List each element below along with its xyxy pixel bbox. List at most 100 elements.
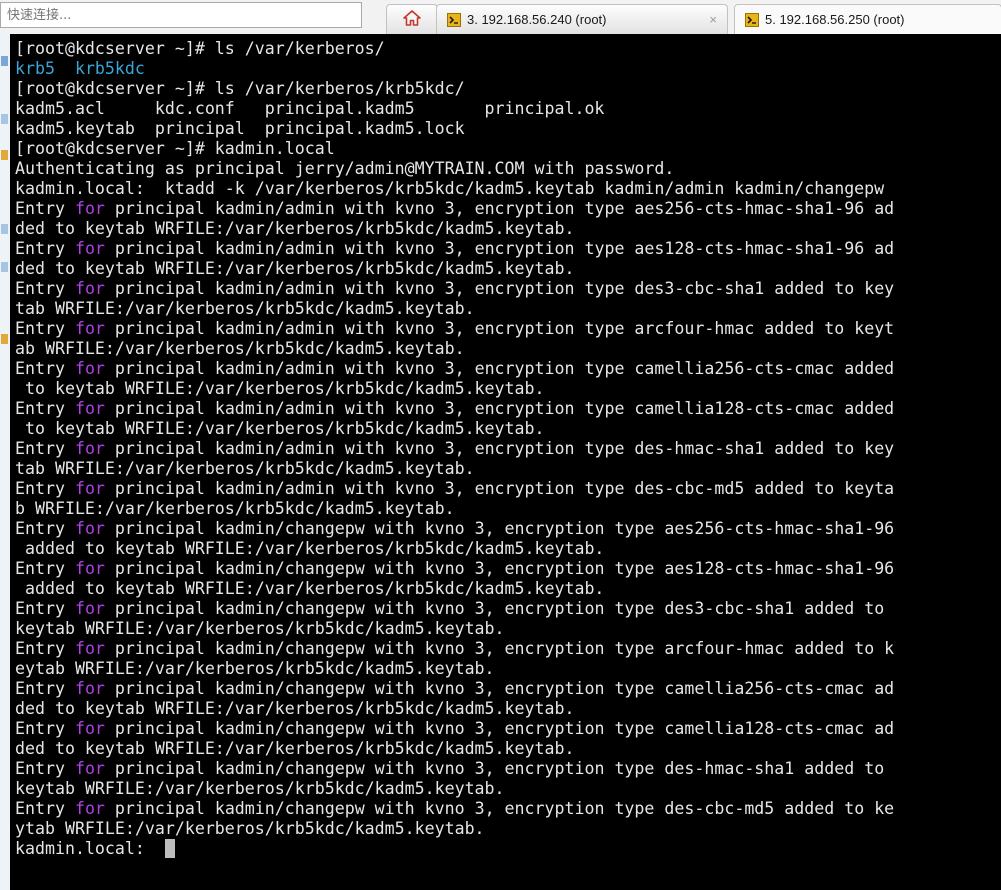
keyword-text: for xyxy=(74,719,105,738)
terminal-text: principal kadmin/changepw with kvno 3, e… xyxy=(104,559,895,578)
terminal-text: Entry xyxy=(15,799,75,818)
close-icon[interactable]: × xyxy=(709,12,717,27)
terminal-text: keytab WRFILE:/var/kerberos/krb5kdc/kadm… xyxy=(15,779,505,798)
terminal-text: ded to keytab WRFILE:/var/kerberos/krb5k… xyxy=(15,699,575,718)
terminal-line: Entry for principal kadmin/changepw with… xyxy=(15,719,1001,739)
terminal-text: ded to keytab WRFILE:/var/kerberos/krb5k… xyxy=(15,259,575,278)
terminal-text: Entry xyxy=(15,479,75,498)
terminal-line: Entry for principal kadmin/admin with kv… xyxy=(15,359,1001,379)
terminal-text: Authenticating as principal jerry/admin@… xyxy=(15,159,675,178)
terminal-text: Entry xyxy=(15,279,75,298)
terminal-prompt-line[interactable]: kadmin.local: xyxy=(15,839,1001,859)
terminal-line: ded to keytab WRFILE:/var/kerberos/krb5k… xyxy=(15,739,1001,759)
terminal-line: keytab WRFILE:/var/kerberos/krb5kdc/kadm… xyxy=(15,619,1001,639)
terminal-text: kadm5.keytab principal principal.kadm5.l… xyxy=(15,119,465,138)
terminal-line: added to keytab WRFILE:/var/kerberos/krb… xyxy=(15,579,1001,599)
terminal-line: [root@kdcserver ~]# kadmin.local xyxy=(15,139,1001,159)
terminal-text: [root@kdcserver ~]# kadmin.local xyxy=(15,139,335,158)
terminal-text: Entry xyxy=(15,599,75,618)
keyword-text: for xyxy=(74,399,105,418)
keyword-text: for xyxy=(74,199,105,218)
terminal-text: principal kadmin/changepw with kvno 3, e… xyxy=(104,759,885,778)
side-panel-marker xyxy=(1,334,8,344)
terminal-line: to keytab WRFILE:/var/kerberos/krb5kdc/k… xyxy=(15,379,1001,399)
terminal-text: added to keytab WRFILE:/var/kerberos/krb… xyxy=(15,539,605,558)
keyword-text: for xyxy=(74,239,105,258)
terminal-text: tab WRFILE:/var/kerberos/krb5kdc/kadm5.k… xyxy=(15,299,475,318)
keyword-text: for xyxy=(74,279,105,298)
tab-strip: 3. 192.168.56.240 (root) × 5. 192.168.56… xyxy=(374,0,1001,34)
terminal-text: Entry xyxy=(15,679,75,698)
terminal-text: Entry xyxy=(15,719,75,738)
terminal-text: [root@kdcserver ~]# ls /var/kerberos/krb… xyxy=(15,79,465,98)
terminal-line: keytab WRFILE:/var/kerberos/krb5kdc/kadm… xyxy=(15,779,1001,799)
keyword-text: for xyxy=(74,439,105,458)
keyword-text: for xyxy=(74,319,105,338)
terminal-text: added to keytab WRFILE:/var/kerberos/krb… xyxy=(15,579,605,598)
side-panel-marker xyxy=(1,224,8,234)
tab-session-5[interactable]: 5. 192.168.56.250 (root) xyxy=(734,4,1001,34)
terminal-text: ded to keytab WRFILE:/var/kerberos/krb5k… xyxy=(15,739,575,758)
home-icon xyxy=(403,10,421,29)
terminal-line: added to keytab WRFILE:/var/kerberos/krb… xyxy=(15,539,1001,559)
terminal-text: principal kadmin/admin with kvno 3, encr… xyxy=(104,199,895,218)
keyword-text: for xyxy=(74,679,105,698)
prompt-text: kadmin.local: xyxy=(15,839,165,858)
terminal-text: ab WRFILE:/var/kerberos/krb5kdc/kadm5.ke… xyxy=(15,339,465,358)
terminal-line: Entry for principal kadmin/admin with kv… xyxy=(15,479,1001,499)
terminal-screen[interactable]: [root@kdcserver ~]# ls /var/kerberos/krb… xyxy=(10,34,1001,890)
quick-connect-input[interactable] xyxy=(0,2,362,28)
terminal-text: kadm5.acl kdc.conf principal.kadm5 princ… xyxy=(15,99,605,118)
side-panel-marker xyxy=(1,114,8,124)
terminal-text: to keytab WRFILE:/var/kerberos/krb5kdc/k… xyxy=(15,419,545,438)
terminal-text: eytab WRFILE:/var/kerberos/krb5kdc/kadm5… xyxy=(15,659,495,678)
terminal-line: [root@kdcserver ~]# ls /var/kerberos/krb… xyxy=(15,79,1001,99)
terminal-line: Authenticating as principal jerry/admin@… xyxy=(15,159,1001,179)
tab-label: 5. 192.168.56.250 (root) xyxy=(765,12,905,27)
terminal-line: tab WRFILE:/var/kerberos/krb5kdc/kadm5.k… xyxy=(15,459,1001,479)
terminal-text: principal kadmin/changepw with kvno 3, e… xyxy=(104,519,895,538)
terminal-text: tab WRFILE:/var/kerberos/krb5kdc/kadm5.k… xyxy=(15,459,475,478)
terminal-line: Entry for principal kadmin/admin with kv… xyxy=(15,319,1001,339)
terminal-text: principal kadmin/changepw with kvno 3, e… xyxy=(104,599,885,618)
terminal-line: krb5 krb5kdc xyxy=(15,59,1001,79)
terminal-text: keytab WRFILE:/var/kerberos/krb5kdc/kadm… xyxy=(15,619,505,638)
terminal-line: ded to keytab WRFILE:/var/kerberos/krb5k… xyxy=(15,699,1001,719)
terminal-line: kadm5.keytab principal principal.kadm5.l… xyxy=(15,119,1001,139)
keyword-text: for xyxy=(74,599,105,618)
terminal-text: Entry xyxy=(15,639,75,658)
keyword-text: for xyxy=(74,639,105,658)
terminal-line: Entry for principal kadmin/admin with kv… xyxy=(15,199,1001,219)
terminal-text: principal kadmin/changepw with kvno 3, e… xyxy=(104,719,895,738)
terminal-line: Entry for principal kadmin/admin with kv… xyxy=(15,279,1001,299)
directory-name: krb5 xyxy=(15,59,55,78)
tab-session-3[interactable]: 3. 192.168.56.240 (root) × xyxy=(436,4,728,34)
terminal-line: Entry for principal kadmin/changepw with… xyxy=(15,559,1001,579)
side-panel-marker xyxy=(1,262,8,272)
side-panel-marker xyxy=(1,150,8,160)
tab-home[interactable] xyxy=(386,4,438,34)
keyword-text: for xyxy=(74,519,105,538)
terminal-text: to keytab WRFILE:/var/kerberos/krb5kdc/k… xyxy=(15,379,545,398)
terminal-text: principal kadmin/changepw with kvno 3, e… xyxy=(104,679,895,698)
terminal-line: Entry for principal kadmin/changepw with… xyxy=(15,519,1001,539)
terminal-line: Entry for principal kadmin/admin with kv… xyxy=(15,239,1001,259)
terminal-text: principal kadmin/changepw with kvno 3, e… xyxy=(104,639,895,658)
terminal-text: Entry xyxy=(15,399,75,418)
terminal-text: Entry xyxy=(15,559,75,578)
terminal-text: principal kadmin/admin with kvno 3, encr… xyxy=(104,359,895,378)
terminal-tab-icon xyxy=(447,12,461,27)
terminal-tab-icon xyxy=(745,12,759,27)
terminal-text: [root@kdcserver ~]# ls /var/kerberos/ xyxy=(15,39,385,58)
terminal-line: Entry for principal kadmin/admin with kv… xyxy=(15,439,1001,459)
keyword-text: for xyxy=(74,759,105,778)
terminal-line: [root@kdcserver ~]# ls /var/kerberos/ xyxy=(15,39,1001,59)
terminal-line: b WRFILE:/var/kerberos/krb5kdc/kadm5.key… xyxy=(15,499,1001,519)
terminal-text: principal kadmin/admin with kvno 3, encr… xyxy=(104,439,895,458)
terminal-text: Entry xyxy=(15,319,75,338)
terminal-line: ytab WRFILE:/var/kerberos/krb5kdc/kadm5.… xyxy=(15,819,1001,839)
terminal-line: kadm5.acl kdc.conf principal.kadm5 princ… xyxy=(15,99,1001,119)
terminal-line: ded to keytab WRFILE:/var/kerberos/krb5k… xyxy=(15,219,1001,239)
keyword-text: for xyxy=(74,359,105,378)
